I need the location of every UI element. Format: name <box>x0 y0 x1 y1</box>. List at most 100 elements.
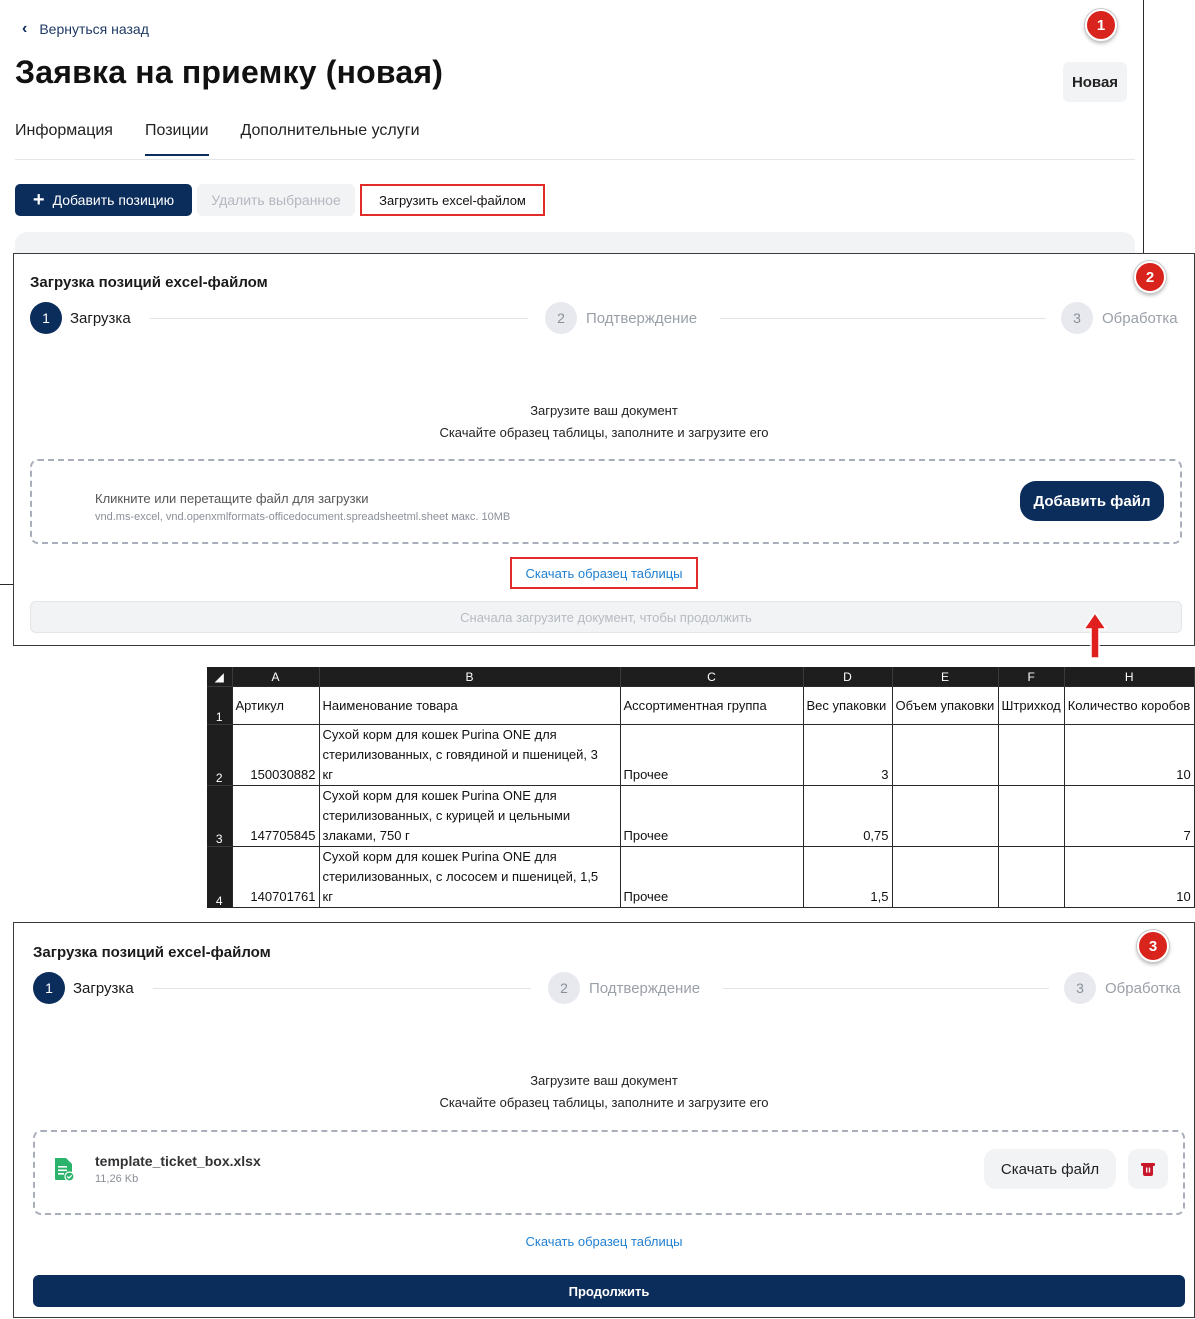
group-cell: Прочее <box>619 785 804 847</box>
step-3-circle: 3 <box>1064 972 1096 1004</box>
boxes-cell: 10 <box>1063 846 1195 908</box>
step-3-label: Обработка <box>1105 980 1181 997</box>
volume-cell <box>891 785 999 847</box>
group-cell: Прочее <box>619 724 804 786</box>
article-cell: 150030882 <box>231 724 320 786</box>
download-sample-link[interactable]: Скачать образец таблицы <box>526 566 683 581</box>
product-name-line: Сухой корм для кошек Purina ONE для <box>322 788 557 803</box>
step-1-label: Загрузка <box>70 310 131 327</box>
plus-icon: + <box>32 189 45 211</box>
product-name-line: стерилизованных, с говядиной и пшеницей,… <box>322 747 598 762</box>
volume-cell <box>891 846 999 908</box>
boxes-cell: 10 <box>1063 724 1195 786</box>
header-cell: Штрихкод <box>997 686 1065 725</box>
corner-cell: ◢ <box>207 667 233 687</box>
page-title: Заявка на приемку (новая) <box>15 54 444 90</box>
step-connector <box>723 988 1049 989</box>
step-2-circle: 2 <box>548 972 580 1004</box>
header-cell: Артикул <box>231 686 320 725</box>
add-position-button[interactable]: + Добавить позицию <box>15 184 192 216</box>
download-sample-link[interactable]: Скачать образец таблицы <box>526 1234 683 1249</box>
file-name: template_ticket_box.xlsx <box>95 1153 261 1169</box>
boxes-cell: 7 <box>1063 785 1195 847</box>
weight-cell: 1,5 <box>802 846 893 908</box>
step-1-circle: 1 <box>30 302 62 334</box>
excel-table: ◢ A B C D E F H 1 Артикул Наименование т… <box>207 667 1195 908</box>
step-3-label: Обработка <box>1102 310 1178 327</box>
table-row: 2 150030882 Сухой корм для кошек Purina … <box>207 724 1195 786</box>
download-sample-highlight: Скачать образец таблицы <box>510 557 698 589</box>
product-name-line: кг <box>322 889 333 904</box>
product-name-cell: Сухой корм для кошек Purina ONE для стери… <box>318 724 621 786</box>
article-cell: 140701761 <box>231 846 320 908</box>
add-position-label: Добавить позицию <box>52 192 175 208</box>
step-connector <box>153 988 531 989</box>
group-cell: Прочее <box>619 846 804 908</box>
product-name-line: злаками, 750 г <box>322 828 410 843</box>
step-badge-1: 1 <box>1085 9 1117 41</box>
header-cell: Объем упаковки <box>891 686 999 725</box>
table-row: 4 140701761 Сухой корм для кошек Purina … <box>207 846 1195 908</box>
product-name-line: стерилизованных, с лососем и пшеницей, 1… <box>322 869 599 884</box>
column-header: D <box>803 667 893 687</box>
barcode-cell <box>997 785 1065 847</box>
product-name-line: кг <box>322 767 333 782</box>
product-name-line: стерилизованных, с курицей и цельными <box>322 808 571 823</box>
upload-instructions: Скачайте образец таблицы, заполните и за… <box>439 425 769 440</box>
dropzone-hint: Кликните или перетащите файл для загрузк… <box>95 491 369 506</box>
barcode-cell <box>997 846 1065 908</box>
file-dropzone[interactable]: Кликните или перетащите файл для загрузк… <box>30 459 1182 544</box>
tab-positions[interactable]: Позиции <box>144 122 209 156</box>
upload-heading: Загрузите ваш документ <box>530 403 678 418</box>
column-header: H <box>1064 667 1195 687</box>
weight-cell: 0,75 <box>802 785 893 847</box>
upload-excel-button[interactable]: Загрузить excel-файлом <box>360 184 545 216</box>
upload-modal-with-file: Загрузка позиций excel-файлом 1 Загрузка… <box>13 922 1195 1318</box>
continue-button-disabled[interactable]: Сначала загрузите документ, чтобы продол… <box>30 601 1182 633</box>
modal-title: Загрузка позиций excel-файлом <box>33 944 271 961</box>
header-cell: Наименование товара <box>318 686 621 725</box>
weight-cell: 3 <box>802 724 893 786</box>
dropzone-formats: vnd.ms-excel, vnd.openxmlformats-officed… <box>95 511 511 523</box>
status-badge: Новая <box>1063 62 1127 102</box>
trash-icon <box>1141 1163 1155 1176</box>
step-2-label: Подтверждение <box>586 310 698 327</box>
step-badge-3: 3 <box>1137 930 1169 962</box>
product-name-line: Сухой корм для кошек Purina ONE для <box>322 727 557 742</box>
tabs: Информация Позиции Дополнительные услуги <box>15 122 452 156</box>
column-header: B <box>319 667 621 687</box>
upload-heading: Загрузите ваш документ <box>530 1073 678 1088</box>
row-number: 2 <box>207 724 232 786</box>
upload-instructions: Скачайте образец таблицы, заполните и за… <box>439 1095 769 1110</box>
step-badge-2: 2 <box>1134 261 1166 293</box>
table-row: 3 147705845 Сухой корм для кошек Purina … <box>207 785 1195 847</box>
product-name-cell: Сухой корм для кошек Purina ONE для стери… <box>318 846 621 908</box>
excel-sample-preview: ◢ A B C D E F H 1 Артикул Наименование т… <box>207 667 1195 908</box>
step-1-label: Загрузка <box>73 980 134 997</box>
back-link[interactable]: ‹ Вернуться назад <box>22 20 149 38</box>
tab-additional-services[interactable]: Дополнительные услуги <box>241 122 420 156</box>
step-2-label: Подтверждение <box>589 980 701 997</box>
tab-information[interactable]: Информация <box>15 122 113 156</box>
column-header: E <box>892 667 999 687</box>
uploaded-file-zone: template_ticket_box.xlsx 11,26 Kb Скачат… <box>33 1130 1185 1215</box>
download-file-button[interactable]: Скачать файл <box>984 1149 1116 1189</box>
row-number: 1 <box>207 686 232 725</box>
article-cell: 147705845 <box>231 785 320 847</box>
add-file-button[interactable]: Добавить файл <box>1020 481 1164 521</box>
download-sample-wrap: Скачать образец таблицы <box>14 1233 1194 1251</box>
back-link-label: Вернуться назад <box>39 21 149 37</box>
column-header: F <box>998 667 1065 687</box>
product-name-cell: Сухой корм для кошек Purina ONE для стери… <box>318 785 621 847</box>
column-header: C <box>620 667 804 687</box>
continue-button[interactable]: Продолжить <box>33 1275 1185 1307</box>
chevron-left-icon: ‹ <box>22 20 28 37</box>
step-1-circle: 1 <box>33 972 65 1004</box>
barcode-cell <box>997 724 1065 786</box>
delete-selected-button[interactable]: Удалить выбранное <box>197 184 355 216</box>
file-size: 11,26 Kb <box>95 1173 139 1185</box>
column-header: A <box>232 667 320 687</box>
excel-file-icon <box>55 1158 75 1182</box>
step-3-circle: 3 <box>1061 302 1093 334</box>
delete-file-button[interactable] <box>1128 1149 1168 1189</box>
